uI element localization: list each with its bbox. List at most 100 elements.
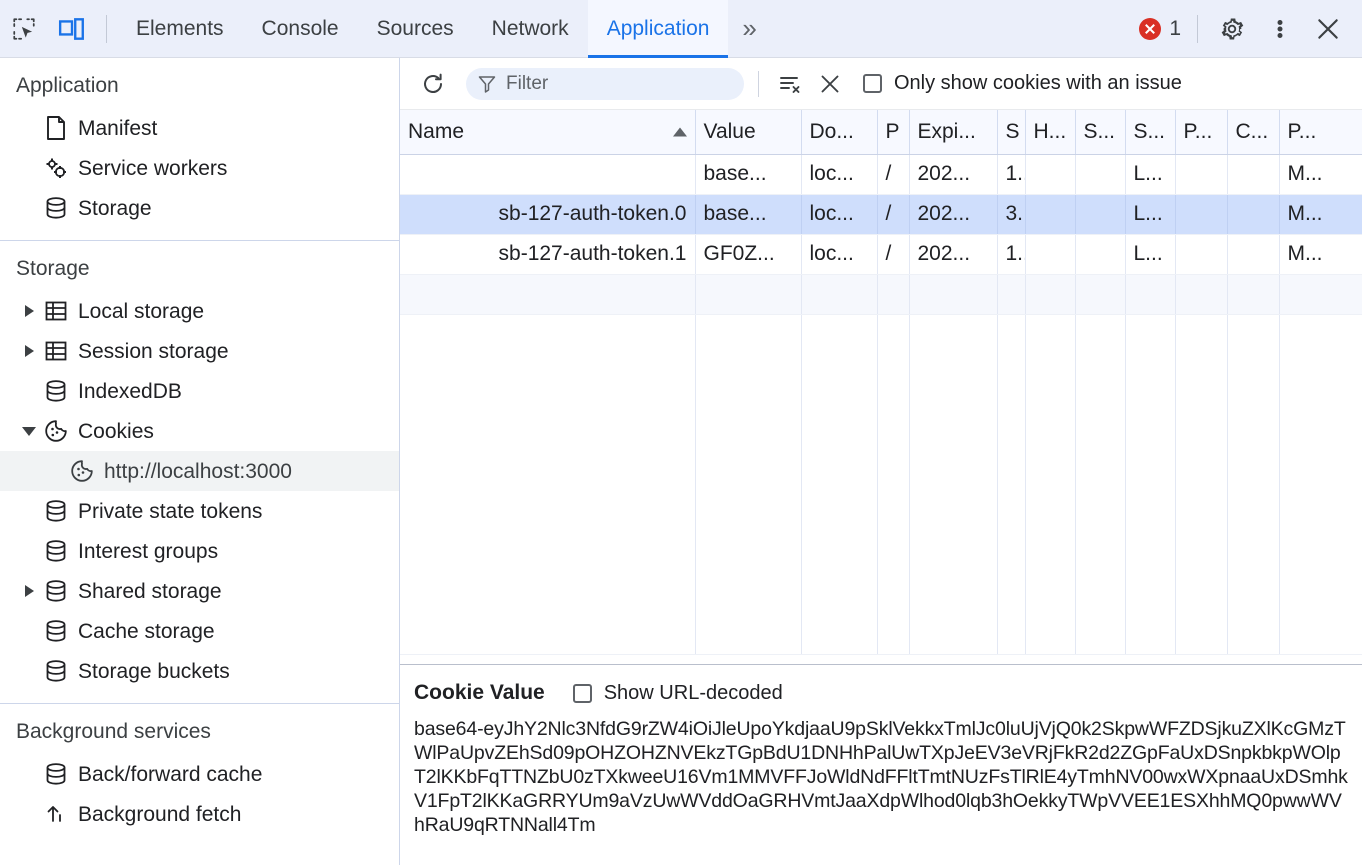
table-row[interactable]: sb-127-auth-token.1 GF0Z... loc... / 202… bbox=[400, 234, 1362, 275]
sidebar-item-local-storage[interactable]: Local storage bbox=[0, 291, 399, 331]
column-header-httponly[interactable]: H... bbox=[1025, 110, 1076, 155]
cell-empty bbox=[1279, 274, 1362, 315]
toolbar-divider-2 bbox=[1197, 14, 1198, 43]
cell-empty bbox=[909, 274, 998, 315]
table-row[interactable]: sb-127-auth-token.0 base... loc... / 202… bbox=[400, 194, 1362, 235]
error-count-badge[interactable]: 1 bbox=[1139, 17, 1187, 41]
cookie-value-text[interactable]: base64-eyJhY2Nlc3NfdG9rZW4iOiJleUpoYkdja… bbox=[414, 717, 1348, 837]
cell-domain: loc... bbox=[801, 154, 878, 195]
column-header-domain[interactable]: Do... bbox=[801, 110, 878, 155]
database-icon bbox=[42, 498, 70, 524]
cell-crosssite bbox=[1227, 194, 1280, 235]
filter-input[interactable]: Filter bbox=[466, 67, 744, 100]
sidebar-item-storage[interactable]: Storage bbox=[0, 188, 399, 228]
tab-console[interactable]: Console bbox=[243, 0, 358, 58]
cell-empty bbox=[400, 314, 696, 655]
sidebar-item-cache-storage[interactable]: Cache storage bbox=[0, 611, 399, 651]
sidebar-item-manifest[interactable]: Manifest bbox=[0, 108, 399, 148]
cookies-table-body: base... loc... / 202... 1.. L... M... sb… bbox=[400, 154, 1362, 655]
sidebar-item-label: Session storage bbox=[78, 339, 229, 363]
column-header-crosssite[interactable]: C... bbox=[1227, 110, 1280, 155]
vertical-dots-icon bbox=[1277, 19, 1283, 38]
column-header-value[interactable]: Value bbox=[695, 110, 802, 155]
only-show-issues-checkbox[interactable] bbox=[863, 74, 882, 93]
tab-application[interactable]: Application bbox=[587, 0, 729, 58]
sidebar-item-storage-buckets[interactable]: Storage buckets bbox=[0, 651, 399, 691]
sidebar-item-label: Background fetch bbox=[78, 802, 242, 826]
more-options-button[interactable] bbox=[1256, 5, 1304, 53]
cell-httponly bbox=[1025, 194, 1076, 235]
devtools-toolbar: Elements Console Sources Network Applica… bbox=[0, 0, 1362, 58]
device-toolbar-button[interactable] bbox=[48, 5, 96, 53]
column-header-priority[interactable]: P... bbox=[1279, 110, 1362, 155]
sidebar-item-label: Cache storage bbox=[78, 619, 215, 643]
only-show-issues-label: Only show cookies with an issue bbox=[894, 72, 1182, 94]
column-header-expires[interactable]: Expi... bbox=[909, 110, 998, 155]
column-header-label: Name bbox=[408, 119, 465, 143]
application-sidebar[interactable]: Application Manifest Service workers Sto… bbox=[0, 58, 400, 865]
sidebar-item-background-fetch[interactable]: Background fetch bbox=[0, 794, 399, 834]
cell-expires: 202... bbox=[909, 234, 998, 275]
sidebar-item-label: Service workers bbox=[78, 156, 228, 180]
tab-sources[interactable]: Sources bbox=[358, 0, 473, 58]
twisty-open-icon[interactable] bbox=[16, 426, 42, 436]
column-header-name[interactable]: Name bbox=[400, 110, 696, 155]
sidebar-item-indexeddb[interactable]: IndexedDB bbox=[0, 371, 399, 411]
cell-domain: loc... bbox=[801, 194, 878, 235]
twisty-closed-icon[interactable] bbox=[16, 345, 42, 357]
table-row-empty[interactable] bbox=[400, 274, 1362, 315]
cell-name: sb-127-auth-token.0 bbox=[400, 194, 696, 235]
delete-all-cookies-button[interactable] bbox=[813, 67, 847, 101]
column-header-size[interactable]: S bbox=[997, 110, 1026, 155]
twisty-closed-icon[interactable] bbox=[16, 585, 42, 597]
table-icon bbox=[42, 298, 70, 324]
cell-secure bbox=[1075, 154, 1126, 195]
cell-path: / bbox=[877, 234, 910, 275]
sidebar-item-localhost-3000[interactable]: http://localhost:3000 bbox=[0, 451, 399, 491]
sidebar-item-private-state-tokens[interactable]: Private state tokens bbox=[0, 491, 399, 531]
close-devtools-button[interactable] bbox=[1304, 5, 1352, 53]
device-toolbar-icon bbox=[58, 17, 84, 40]
more-tabs-button[interactable]: » bbox=[728, 0, 770, 58]
table-icon bbox=[42, 338, 70, 364]
cell-crosssite bbox=[1227, 154, 1280, 195]
cell-name: sb-127-auth-token.1 bbox=[400, 234, 696, 275]
table-row[interactable]: base... loc... / 202... 1.. L... M... bbox=[400, 154, 1362, 195]
clear-filtered-cookies-button[interactable] bbox=[773, 67, 807, 101]
sidebar-item-service-workers[interactable]: Service workers bbox=[0, 148, 399, 188]
inspect-element-button[interactable] bbox=[0, 5, 48, 53]
funnel-icon bbox=[478, 75, 496, 93]
sidebar-item-label: Cookies bbox=[78, 419, 154, 443]
cookies-table-container[interactable]: Name Value Do... P Expi... S H... S... S… bbox=[400, 110, 1362, 665]
sidebar-item-session-storage[interactable]: Session storage bbox=[0, 331, 399, 371]
column-header-partitionkey[interactable]: P... bbox=[1175, 110, 1228, 155]
sidebar-item-cookies[interactable]: Cookies bbox=[0, 411, 399, 451]
only-show-issues-control[interactable]: Only show cookies with an issue bbox=[863, 72, 1182, 95]
column-header-samesite[interactable]: S... bbox=[1125, 110, 1176, 155]
column-header-path[interactable]: P bbox=[877, 110, 910, 155]
sidebar-item-shared-storage[interactable]: Shared storage bbox=[0, 571, 399, 611]
tab-network[interactable]: Network bbox=[473, 0, 588, 58]
cell-empty bbox=[1175, 314, 1228, 655]
sidebar-item-interest-groups[interactable]: Interest groups bbox=[0, 531, 399, 571]
error-count-label: 1 bbox=[1169, 16, 1181, 40]
cell-size: 1.. bbox=[997, 154, 1026, 195]
twisty-closed-icon[interactable] bbox=[16, 305, 42, 317]
settings-button[interactable] bbox=[1208, 5, 1256, 53]
filter-bar-divider bbox=[758, 70, 759, 97]
tab-elements[interactable]: Elements bbox=[117, 0, 243, 58]
database-icon bbox=[42, 378, 70, 404]
column-header-secure[interactable]: S... bbox=[1075, 110, 1126, 155]
cookies-table: Name Value Do... P Expi... S H... S... S… bbox=[400, 110, 1362, 655]
sort-ascending-icon bbox=[672, 127, 687, 137]
show-url-decoded-checkbox[interactable] bbox=[572, 683, 592, 703]
cell-priority: M... bbox=[1279, 154, 1362, 195]
sidebar-item-back-forward-cache[interactable]: Back/forward cache bbox=[0, 754, 399, 794]
cell-empty bbox=[997, 274, 1026, 315]
sidebar-item-label: Storage bbox=[78, 196, 152, 220]
filter-placeholder: Filter bbox=[506, 72, 549, 94]
database-icon bbox=[42, 658, 70, 684]
cell-empty bbox=[1227, 274, 1280, 315]
close-icon bbox=[821, 75, 839, 92]
refresh-cookies-button[interactable] bbox=[416, 67, 450, 101]
